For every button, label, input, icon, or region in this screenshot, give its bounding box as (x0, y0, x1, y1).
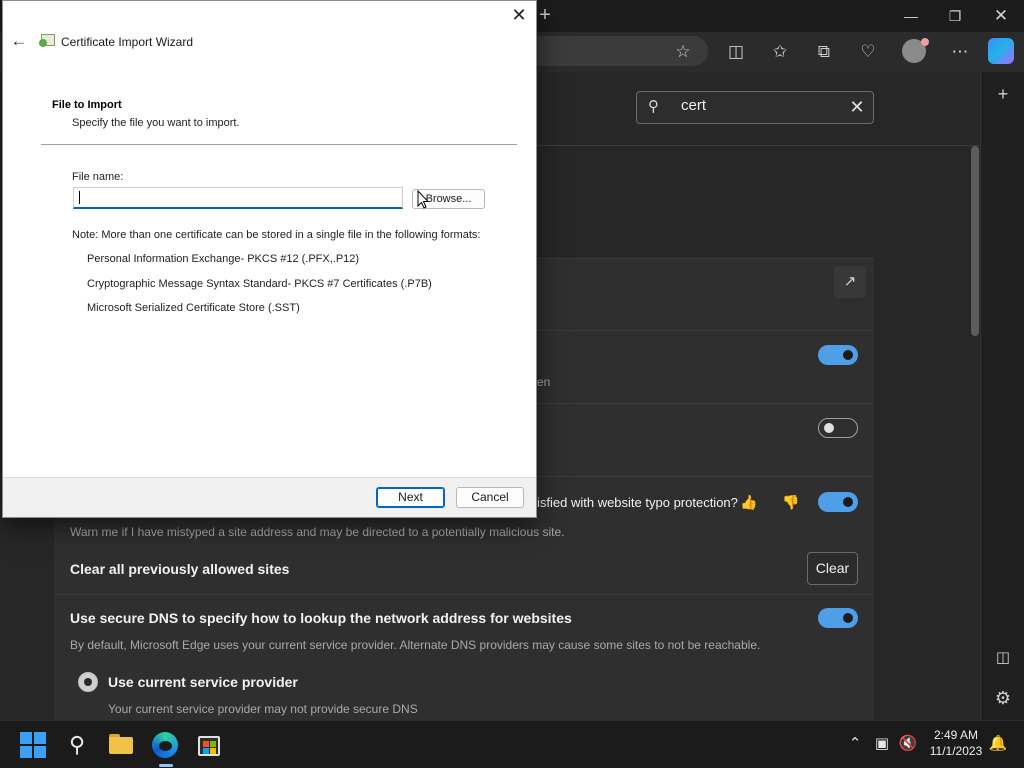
current-provider-description: Your current service provider may not pr… (108, 702, 418, 716)
clear-sites-title: Clear all previously allowed sites (70, 561, 290, 577)
clock-time: 2:49 AM (933, 728, 979, 742)
current-provider-title: Use current service provider (108, 674, 298, 690)
typo-protection-title: isfied with website typo protection? (537, 495, 738, 510)
clock-date: 11/1/2023 (929, 744, 983, 758)
secure-dns-title: Use secure DNS to specify how to lookup … (70, 610, 572, 626)
secure-dns-toggle[interactable] (818, 608, 858, 628)
header-divider (536, 145, 980, 146)
collections-icon[interactable]: ⧉ (810, 38, 838, 66)
restore-button[interactable]: ❐ (940, 4, 970, 28)
format-item: Cryptographic Message Syntax Standard- P… (87, 278, 432, 290)
show-hidden-icons-chevron-icon[interactable]: ⌃ (845, 734, 865, 754)
copilot-icon[interactable] (988, 38, 1014, 64)
file-name-label: File name: (72, 171, 124, 183)
wizard-title: Certificate Import Wizard (61, 35, 194, 49)
volume-muted-icon[interactable]: 🔇 (898, 734, 918, 754)
typo-protection-description: Warn me if I have mistyped a site addres… (70, 525, 565, 539)
search-icon: ⚲ (648, 98, 659, 115)
cancel-button[interactable]: Cancel (456, 487, 524, 508)
taskbar-clock[interactable]: 2:49 AM 11/1/2023 (926, 727, 986, 759)
start-button[interactable] (18, 730, 48, 760)
more-menu-icon[interactable]: ⋯ (946, 38, 974, 66)
browser-essentials-icon[interactable]: ♡ (854, 38, 882, 66)
settings-scrollbar[interactable] (971, 146, 979, 336)
typo-protection-toggle[interactable] (818, 492, 858, 512)
partial-description: en (537, 375, 551, 389)
next-button[interactable]: Next (376, 487, 445, 508)
add-sidebar-app-icon[interactable]: + (991, 82, 1015, 106)
store-icon[interactable] (194, 730, 224, 760)
clear-search-icon[interactable]: ✕ (848, 97, 866, 117)
minimize-button[interactable]: — (896, 4, 926, 28)
formats-note: Note: More than one certificate can be s… (72, 229, 481, 241)
external-link-icon[interactable]: ↗ (834, 266, 866, 298)
back-arrow-icon[interactable]: ← (9, 31, 29, 51)
text-caret (79, 191, 80, 204)
format-item: Microsoft Serialized Certificate Store (… (87, 302, 300, 314)
favorite-star-icon[interactable]: ☆ (669, 38, 697, 66)
hide-sidebar-icon[interactable]: ◫ (991, 646, 1015, 670)
taskbar: ⚲ (0, 720, 1024, 768)
split-screen-icon[interactable]: ◫ (722, 38, 750, 66)
current-provider-radio[interactable] (78, 672, 98, 692)
notifications-icon[interactable]: 🔔 (988, 734, 1008, 754)
mouse-pointer-icon (417, 190, 429, 209)
toggle-2[interactable] (818, 418, 858, 438)
sidebar-settings-icon[interactable]: ⚙ (991, 686, 1015, 710)
header-divider (41, 144, 517, 145)
favorites-icon[interactable]: ✩ (766, 38, 794, 66)
certificate-import-wizard: ✕ ← Certificate Import Wizard File to Im… (2, 0, 537, 518)
search-value: cert (681, 97, 707, 114)
edge-taskbar-icon[interactable] (150, 730, 180, 767)
close-icon[interactable]: ✕ (508, 4, 530, 26)
file-name-input[interactable] (73, 187, 403, 209)
certificate-icon (39, 33, 57, 49)
thumbs-up-icon[interactable]: 👍 (740, 493, 758, 511)
secure-dns-description: By default, Microsoft Edge uses your cur… (70, 638, 761, 652)
edge-sidebar: + ◫ ⚙ (980, 72, 1024, 720)
settings-search-input[interactable] (636, 91, 874, 124)
toggle-1[interactable] (818, 345, 858, 365)
profile-avatar[interactable] (902, 38, 929, 63)
close-window-button[interactable]: ✕ (986, 4, 1016, 28)
new-tab-button[interactable]: + (534, 4, 556, 26)
format-item: Personal Information Exchange- PKCS #12 … (87, 253, 360, 265)
thumbs-down-icon[interactable]: 👎 (782, 493, 800, 511)
network-icon[interactable]: ▣ (872, 734, 892, 754)
file-explorer-icon[interactable] (106, 730, 136, 760)
taskbar-search-icon[interactable]: ⚲ (62, 730, 92, 760)
page-heading: File to Import (52, 99, 122, 111)
page-subheading: Specify the file you want to import. (72, 117, 240, 129)
clear-button[interactable]: Clear (807, 552, 858, 585)
